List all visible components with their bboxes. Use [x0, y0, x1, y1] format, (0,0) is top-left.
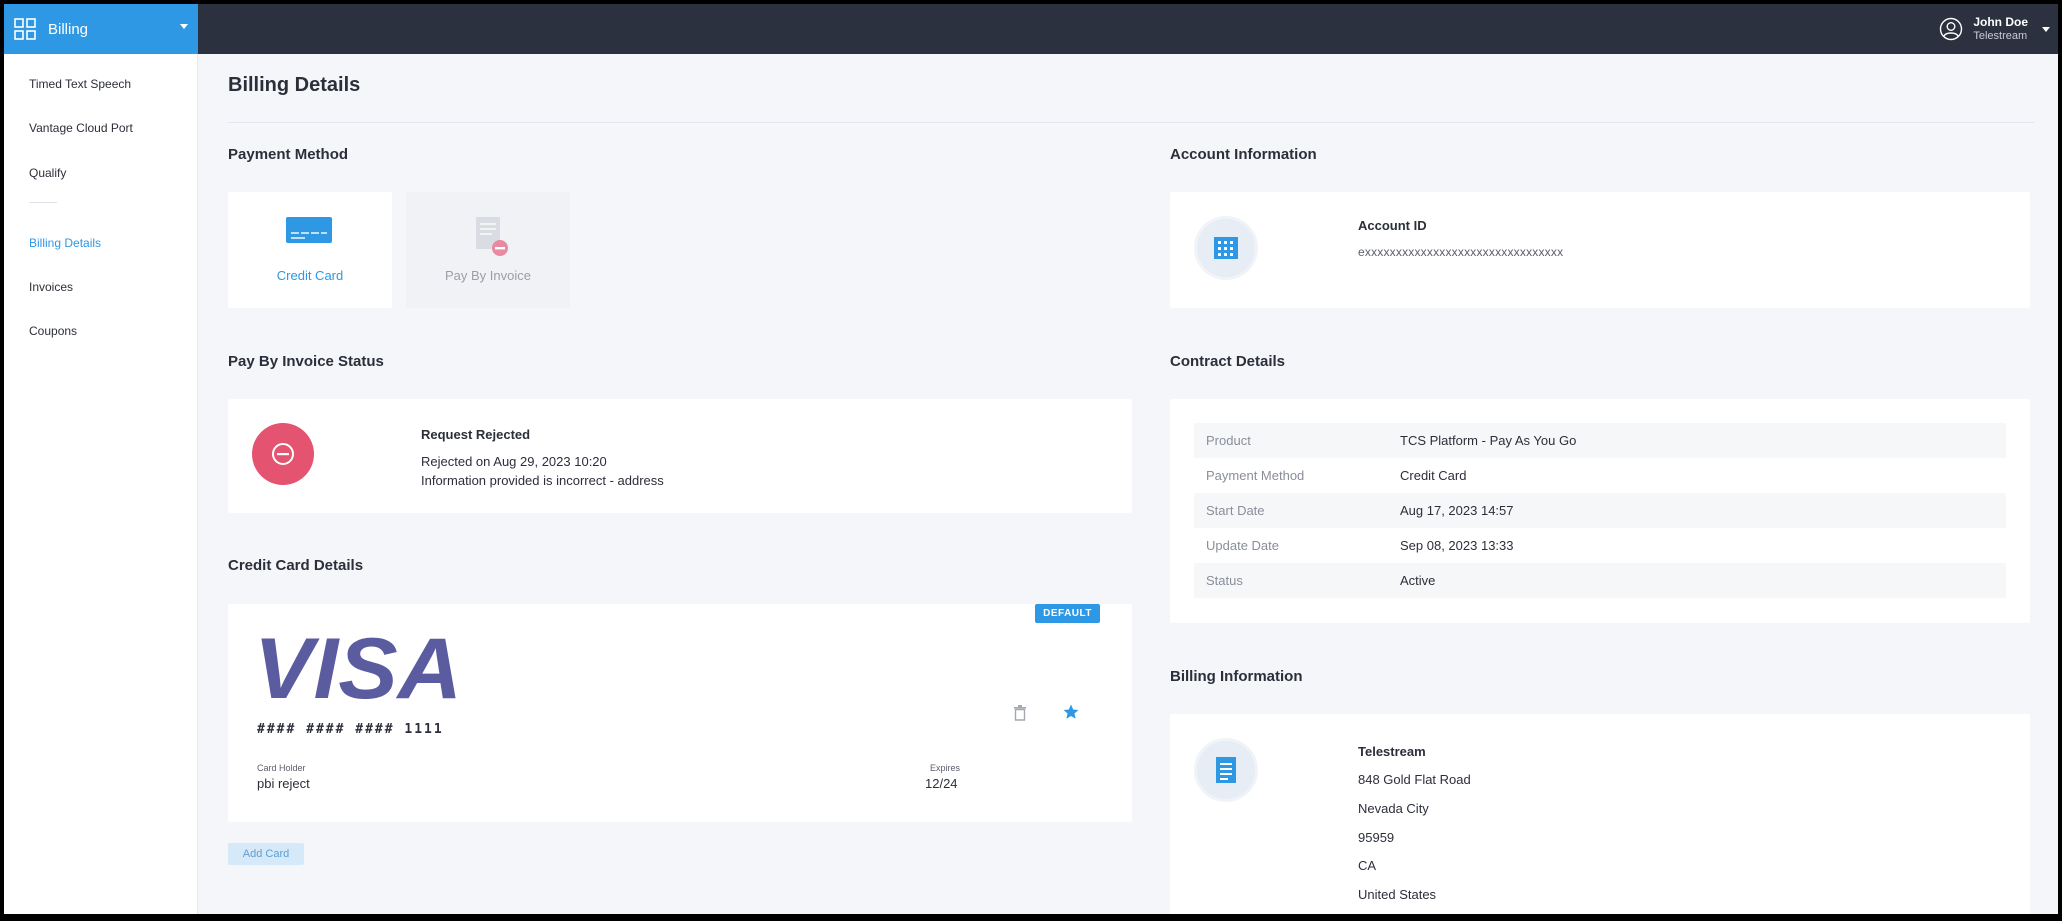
- sidebar-item-timed-text-speech[interactable]: Timed Text Speech: [29, 77, 131, 91]
- page-title: Billing Details: [228, 74, 361, 96]
- billing-info-title: Billing Information: [1170, 668, 1303, 685]
- table-row: Start Date Aug 17, 2023 14:57: [1194, 493, 2006, 528]
- receipt-icon: [1194, 738, 1258, 802]
- expires-label: Expires: [930, 763, 961, 773]
- visa-logo: VISA: [254, 632, 462, 704]
- billing-address: 848 Gold Flat Road: [1358, 772, 1471, 787]
- contract-value: Credit Card: [1400, 468, 1467, 483]
- user-org: Telestream: [1973, 30, 2028, 42]
- billing-info-card: Telestream 848 Gold Flat Road Nevada Cit…: [1170, 714, 2030, 914]
- card-holder-value: pbi reject: [257, 776, 310, 791]
- default-badge: DEFAULT: [1035, 604, 1100, 623]
- trash-icon[interactable]: [1013, 705, 1027, 721]
- sidebar-divider: [29, 202, 57, 203]
- pbi-status-title: Pay By Invoice Status: [228, 353, 384, 370]
- sidebar-item-qualify[interactable]: Qualify: [29, 166, 66, 180]
- app-frame: Billing John Doe Telestream Timed Text S…: [4, 4, 2058, 914]
- sidebar-item-invoices[interactable]: Invoices: [29, 280, 73, 294]
- contract-value: Active: [1400, 573, 1436, 588]
- sidebar-item-coupons[interactable]: Coupons: [29, 324, 77, 338]
- table-row: Product TCS Platform - Pay As You Go: [1194, 423, 2006, 458]
- contract-key: Start Date: [1206, 503, 1265, 518]
- contract-value: Aug 17, 2023 14:57: [1400, 503, 1514, 518]
- expires-value: 12/24: [925, 776, 958, 791]
- contract-value: TCS Platform - Pay As You Go: [1400, 433, 1577, 448]
- app-name: Billing: [48, 20, 89, 38]
- table-row: Payment Method Credit Card: [1194, 458, 2006, 493]
- add-card-button[interactable]: Add Card: [228, 843, 304, 865]
- user-name: John Doe: [1973, 15, 2028, 29]
- table-row: Update Date Sep 08, 2023 13:33: [1194, 528, 2006, 563]
- contract-key: Payment Method: [1206, 468, 1305, 483]
- payment-method-title: Payment Method: [228, 146, 349, 163]
- table-row: Status Active: [1194, 563, 2006, 598]
- card-number: #### #### #### 1111: [257, 722, 444, 737]
- contract-details-title: Contract Details: [1170, 353, 1286, 370]
- account-info-title: Account Information: [1170, 146, 1317, 163]
- payment-option-pay-by-invoice[interactable]: Pay By Invoice: [406, 192, 570, 308]
- chevron-down-icon[interactable]: [2042, 26, 2050, 32]
- contract-value: Sep 08, 2023 13:33: [1400, 538, 1514, 553]
- sidebar-item-billing-details[interactable]: Billing Details: [29, 236, 101, 250]
- sidebar: Timed Text Speech Vantage Cloud Port Qua…: [4, 54, 198, 914]
- building-icon: [1194, 216, 1258, 280]
- billing-city: Nevada City: [1358, 801, 1429, 816]
- chevron-down-icon: [180, 24, 188, 29]
- account-info-card: Account ID exxxxxxxxxxxxxxxxxxxxxxxxxxxx…: [1170, 192, 2030, 308]
- status-reason: Information provided is incorrect - addr…: [421, 473, 664, 488]
- credit-card-icon: [286, 217, 332, 243]
- user-names: John Doe Telestream: [1973, 15, 2028, 43]
- pbi-status-card: Request Rejected Rejected on Aug 29, 202…: [228, 399, 1132, 513]
- payment-option-label: Pay By Invoice: [445, 268, 531, 283]
- star-icon[interactable]: [1062, 703, 1080, 721]
- contract-table: Product TCS Platform - Pay As You Go Pay…: [1194, 423, 2006, 598]
- contract-key: Status: [1206, 573, 1243, 588]
- topbar: Billing John Doe Telestream: [4, 4, 2058, 54]
- account-id-value: exxxxxxxxxxxxxxxxxxxxxxxxxxxxxxxx: [1358, 245, 1564, 259]
- billing-country: United States: [1358, 887, 1437, 902]
- title-divider: [228, 122, 2034, 123]
- account-id-label: Account ID: [1358, 218, 1427, 233]
- payment-option-credit-card[interactable]: Credit Card: [228, 192, 392, 308]
- card-holder-label: Card Holder: [257, 763, 306, 773]
- billing-state: CA: [1358, 858, 1377, 873]
- app-switcher[interactable]: Billing: [4, 4, 198, 54]
- apps-grid-icon: [14, 18, 36, 40]
- contract-details-card: Product TCS Platform - Pay As You Go Pay…: [1170, 399, 2030, 623]
- user-avatar-icon: [1940, 17, 1963, 41]
- contract-key: Update Date: [1206, 538, 1279, 553]
- billing-company: Telestream: [1358, 744, 1426, 759]
- billing-zip: 95959: [1358, 830, 1395, 845]
- credit-card-details-title: Credit Card Details: [228, 557, 364, 574]
- payment-option-label: Credit Card: [276, 268, 344, 283]
- credit-card-panel: DEFAULT VISA #### #### #### 1111 Card Ho…: [228, 604, 1132, 822]
- svg-text:VISA: VISA: [254, 632, 462, 704]
- contract-key: Product: [1206, 433, 1251, 448]
- sidebar-item-vantage-cloud-port[interactable]: Vantage Cloud Port: [29, 121, 133, 135]
- invoice-blocked-icon: [476, 217, 508, 256]
- rejected-status-icon: [252, 423, 314, 485]
- status-date: Rejected on Aug 29, 2023 10:20: [421, 454, 607, 469]
- status-heading: Request Rejected: [421, 427, 531, 442]
- user-menu[interactable]: John Doe Telestream: [1939, 4, 2050, 54]
